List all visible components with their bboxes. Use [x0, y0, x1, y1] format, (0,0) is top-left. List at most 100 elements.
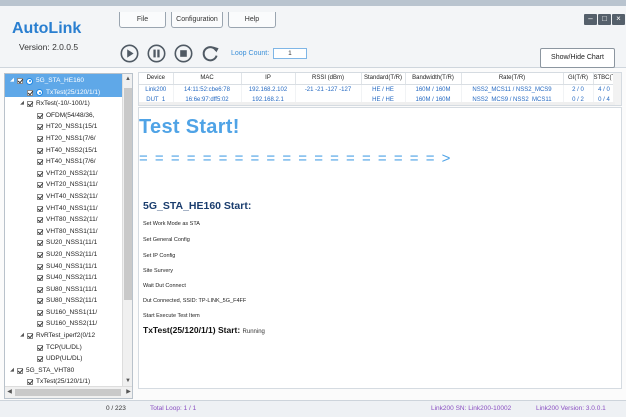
tree-item-label: HT40_NSS1(7/6/	[46, 158, 96, 166]
tree-item-label: HT20_NSS1(15/1	[46, 123, 98, 131]
tree-item-label: OFDM(54/48/36,	[46, 111, 95, 119]
col-ip[interactable]: IP	[241, 73, 296, 85]
tree-checkbox[interactable]	[37, 193, 43, 200]
play-button[interactable]	[119, 43, 139, 63]
expand-arrow-icon[interactable]: ◢	[9, 365, 15, 377]
tree-item[interactable]: OFDM(54/48/36,	[5, 110, 122, 122]
close-button[interactable]: ×	[612, 14, 625, 25]
tree-item[interactable]: SU160_NSS1(11/	[5, 307, 122, 319]
tree-hscroll-thumb[interactable]	[15, 389, 121, 396]
maximize-button[interactable]: □	[598, 14, 611, 25]
tree-checkbox[interactable]	[37, 286, 43, 293]
tree-item[interactable]: ◢ 5G_STA_HE160	[5, 75, 122, 87]
tree-item[interactable]: HT20_NSS1(15/1	[5, 121, 122, 133]
tree-checkbox[interactable]	[37, 309, 43, 316]
tree-checkbox[interactable]	[37, 275, 43, 282]
tree-checkbox[interactable]	[37, 135, 43, 142]
tree-item[interactable]: VHT80_NSS2(11/	[5, 214, 122, 226]
tree-item[interactable]: SU20_NSS2(11/1	[5, 249, 122, 261]
tree-scroll-thumb[interactable]	[124, 88, 132, 300]
col-gi[interactable]: GI(T/R)	[563, 73, 594, 85]
tree-item[interactable]: UDP(UL/DL)	[5, 353, 122, 365]
cell-stbc: 4 / 0	[593, 84, 616, 95]
log-step: Wait Dut Connect	[143, 283, 186, 289]
tree-checkbox[interactable]	[27, 101, 33, 108]
menu-configuration[interactable]: Configuration	[171, 12, 223, 28]
tree-item[interactable]: TCP(UL/DL)	[5, 342, 122, 354]
scroll-right-icon[interactable]: ▶	[124, 387, 132, 398]
col-rate[interactable]: Rate(T/R)	[461, 73, 564, 85]
tree-checkbox[interactable]	[27, 379, 33, 386]
scroll-down-icon[interactable]: ▼	[123, 376, 132, 386]
tree-horizontal-scrollbar[interactable]: ◀ ▶	[5, 386, 132, 398]
cell-rssi: -21 -21 -127 -127	[295, 84, 362, 95]
col-bandwidth[interactable]: Bandwidth(T/R)	[405, 73, 462, 85]
scroll-up-icon[interactable]: ▲	[123, 74, 132, 84]
tree-checkbox[interactable]	[37, 251, 43, 258]
col-mac[interactable]: MAC	[173, 73, 242, 85]
tree-checkbox[interactable]	[37, 159, 43, 166]
tree-vertical-scrollbar[interactable]: ▲ ▼	[122, 74, 132, 386]
refresh-button[interactable]	[200, 43, 220, 63]
tree-checkbox[interactable]	[27, 89, 33, 96]
test-tree-panel: ◢ 5G_STA_HE160 TxTest(25/120/1/1) ◢ RxTest(-…	[4, 73, 133, 399]
tree-item[interactable]: TxTest(25/120/1/1)	[5, 87, 122, 99]
tree-item[interactable]: VHT40_NSS2(11/	[5, 191, 122, 203]
header: AutoLink Version: 2.0.0.5 File Configura…	[0, 6, 626, 68]
tree-checkbox[interactable]	[37, 147, 43, 154]
tree-item[interactable]: HT20_NSS1(7/6/	[5, 133, 122, 145]
tree-checkbox[interactable]	[37, 321, 43, 328]
tree-checkbox[interactable]	[37, 124, 43, 131]
loop-count-input[interactable]: 1	[273, 47, 308, 59]
minimize-button[interactable]: –	[584, 14, 597, 25]
tree-item[interactable]: VHT40_NSS1(11/	[5, 203, 122, 215]
tree-item[interactable]: SU20_NSS1(11/1	[5, 237, 122, 249]
tree-checkbox[interactable]	[37, 228, 43, 235]
table-horizontal-scrollbar[interactable]	[139, 102, 615, 105]
tree-checkbox[interactable]	[37, 344, 43, 351]
tree-checkbox[interactable]	[37, 356, 43, 363]
tree-checkbox[interactable]	[37, 240, 43, 247]
tree-checkbox[interactable]	[17, 78, 23, 84]
tree-item[interactable]: ◢ 5G_STA_VHT80	[5, 365, 122, 377]
tree-item-label: SU80_NSS1(11/1	[46, 285, 98, 293]
tree-checkbox[interactable]	[27, 333, 33, 340]
tree-item[interactable]: HT40_NSS2(15/1	[5, 145, 122, 157]
tree-item[interactable]: VHT20_NSS2(11/	[5, 168, 122, 180]
tree-item[interactable]: SU40_NSS1(11/1	[5, 261, 122, 273]
tree-item[interactable]: SU80_NSS2(11/1	[5, 295, 122, 307]
col-device[interactable]: Device	[139, 73, 174, 85]
col-standard[interactable]: Standard(T/R)	[361, 73, 406, 85]
stop-button[interactable]	[173, 43, 193, 63]
tree-item[interactable]: SU40_NSS2(11/1	[5, 272, 122, 284]
col-stbc[interactable]: STBC(T/	[593, 73, 616, 85]
menu-file[interactable]: File	[119, 12, 166, 28]
tree-item[interactable]: VHT20_NSS1(11/	[5, 179, 122, 191]
tree-checkbox[interactable]	[37, 182, 43, 189]
show-hide-chart-button[interactable]: Show/Hide Chart	[540, 48, 615, 68]
menu-help[interactable]: Help	[228, 12, 276, 28]
tree-item-label: VHT40_NSS1(11/	[46, 204, 98, 212]
tree-item[interactable]: HT40_NSS1(7/6/	[5, 156, 122, 168]
tree-checkbox[interactable]	[37, 263, 43, 270]
tree-item[interactable]: SU160_NSS2(11/	[5, 318, 122, 330]
expand-arrow-icon[interactable]: ◢	[19, 98, 25, 110]
pause-button[interactable]	[146, 43, 166, 63]
table-row[interactable]: Link200 14:11:52:cbe6:78 192.168.2.102 -…	[139, 84, 616, 95]
tree-checkbox[interactable]	[37, 170, 43, 177]
col-rssi[interactable]: RSSI (dBm)	[295, 73, 362, 85]
expand-arrow-icon[interactable]: ◢	[9, 75, 15, 87]
tree-item[interactable]: VHT80_NSS1(11/	[5, 226, 122, 238]
tree-checkbox[interactable]	[37, 298, 43, 305]
tree-item[interactable]: ◢ RxTest(-10/-100/1)	[5, 98, 122, 110]
tree-checkbox[interactable]	[37, 217, 43, 224]
tree-checkbox[interactable]	[37, 112, 43, 119]
tree-item[interactable]: SU80_NSS1(11/1	[5, 284, 122, 296]
log-step: Dut Connected, SSID: TP-LINK_5G_F4FF	[143, 298, 247, 304]
tree-checkbox[interactable]	[37, 205, 43, 212]
tree-checkbox[interactable]	[17, 367, 23, 374]
log-running-item: TxTest(25/120/1/1) Start: Running	[143, 325, 265, 335]
scroll-left-icon[interactable]: ◀	[5, 387, 14, 398]
tree-item[interactable]: ◢ RvRTest_iperf2(0/12	[5, 330, 122, 342]
expand-arrow-icon[interactable]: ◢	[19, 330, 25, 342]
